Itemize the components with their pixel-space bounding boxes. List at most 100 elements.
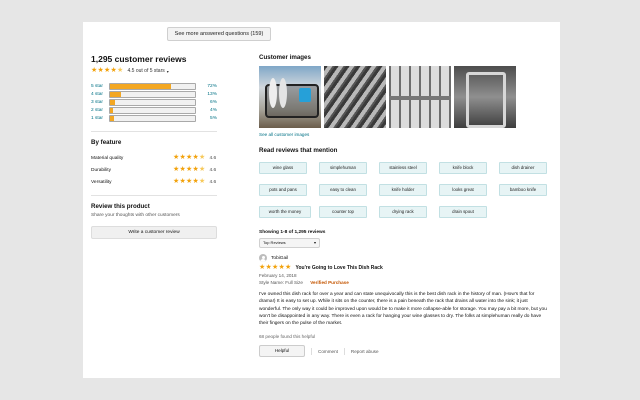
star-icon: ★ bbox=[192, 154, 199, 161]
mention-chip[interactable]: wine glass bbox=[259, 162, 307, 174]
customer-image-thumbnail[interactable] bbox=[389, 66, 451, 128]
review-style-row: Style Name: Full Size Verified Purchase bbox=[259, 280, 557, 285]
customer-image-thumbnail[interactable] bbox=[259, 66, 321, 128]
cup-image bbox=[299, 88, 311, 102]
star-icon: ★ bbox=[104, 67, 111, 74]
histogram-label: 5 star bbox=[91, 83, 103, 89]
review-headline-row: ★ ★ ★ ★ ★ You're Going to Love This Dish Rac… bbox=[259, 264, 557, 271]
sort-selected-value: Top Reviews bbox=[263, 240, 286, 245]
mention-chip[interactable]: bamboo knife bbox=[499, 184, 547, 196]
rack-bar-image bbox=[389, 96, 451, 100]
reviewer[interactable]: TobiGail bbox=[259, 254, 557, 262]
review-this-product-heading: Review this product bbox=[91, 203, 150, 210]
histogram-fill bbox=[109, 115, 115, 121]
chevron-down-icon: ▾ bbox=[166, 68, 169, 74]
mention-chips: wine glass simplehuman stainless steel k… bbox=[259, 162, 557, 218]
divider bbox=[343, 347, 345, 355]
histogram-row[interactable]: 5 star 72% bbox=[91, 82, 217, 90]
half-star-icon: ★ bbox=[117, 67, 124, 74]
feature-name: Material quality bbox=[91, 155, 124, 161]
report-abuse-link[interactable]: Report abuse bbox=[351, 349, 379, 354]
half-star-icon: ★ bbox=[199, 166, 206, 173]
histogram-fill bbox=[109, 99, 115, 105]
histogram-fill bbox=[109, 91, 121, 97]
mention-chip[interactable]: pots and pans bbox=[259, 184, 307, 196]
star-icon: ★ bbox=[110, 67, 117, 74]
mention-chip[interactable]: drain spout bbox=[439, 206, 487, 218]
histogram-row[interactable]: 3 star 6% bbox=[91, 98, 217, 106]
review-item: TobiGail ★ ★ ★ ★ ★ You're Going to Love This… bbox=[259, 254, 557, 358]
histogram-label: 4 star bbox=[91, 91, 103, 97]
histogram-label: 1 star bbox=[91, 115, 103, 121]
verified-purchase-badge: Verified Purchase bbox=[310, 280, 349, 285]
mention-chip[interactable]: dish drainer bbox=[499, 162, 547, 174]
star-icon: ★ bbox=[179, 154, 186, 161]
star-icon: ★ bbox=[186, 178, 193, 185]
star-icon: ★ bbox=[192, 178, 199, 185]
histogram-row[interactable]: 4 star 13% bbox=[91, 90, 217, 98]
review-count-heading: 1,295 customer reviews bbox=[91, 54, 187, 64]
histogram-row[interactable]: 2 star 4% bbox=[91, 106, 217, 114]
see-all-customer-images-link[interactable]: See all customer images bbox=[259, 132, 557, 137]
star-icon: ★ bbox=[285, 264, 292, 271]
review-headline[interactable]: You're Going to Love This Dish Rack bbox=[296, 265, 383, 271]
feature-list: Material quality ★ ★ ★ ★ ★ 4.6 Durability ★ ★… bbox=[91, 152, 217, 188]
helpful-button[interactable]: Helpful bbox=[259, 345, 305, 358]
mention-chip[interactable]: knife holder bbox=[379, 184, 427, 196]
customer-images-heading: Customer images bbox=[259, 54, 311, 61]
star-icon: ★ bbox=[173, 166, 180, 173]
histogram-row[interactable]: 1 star 5% bbox=[91, 114, 217, 122]
feature-name: Versatility bbox=[91, 179, 112, 185]
review-actions: Helpful Comment Report abuse bbox=[259, 345, 557, 358]
histogram-fill bbox=[109, 83, 172, 89]
mention-chip[interactable]: stainless steel bbox=[379, 162, 427, 174]
divider bbox=[91, 195, 217, 196]
mention-chip[interactable]: counter top bbox=[319, 206, 367, 218]
star-icon: ★ bbox=[97, 67, 104, 74]
half-star-icon: ★ bbox=[199, 154, 206, 161]
histogram-bar bbox=[108, 114, 197, 122]
overall-rating[interactable]: ★ ★ ★ ★ ★ 4.5 out of 5 stars ▾ bbox=[91, 67, 217, 74]
sort-select[interactable]: Top Reviews ▾ bbox=[259, 238, 320, 248]
star-icon: ★ bbox=[259, 264, 266, 271]
review-summary-column: 1,295 customer reviews ★ ★ ★ ★ ★ 4.5 out… bbox=[91, 54, 217, 239]
rating-stars: ★ ★ ★ ★ ★ bbox=[91, 67, 124, 74]
star-icon: ★ bbox=[173, 178, 180, 185]
divider bbox=[91, 131, 217, 132]
write-review-button[interactable]: Write a customer review bbox=[91, 226, 217, 239]
mention-chip[interactable]: easy to clean bbox=[319, 184, 367, 196]
mention-chip[interactable]: looks great bbox=[439, 184, 487, 196]
star-icon: ★ bbox=[265, 264, 272, 271]
mention-chip[interactable]: knife block bbox=[439, 162, 487, 174]
histogram-bar bbox=[108, 82, 197, 90]
half-star-icon: ★ bbox=[199, 178, 206, 185]
histogram-percent: 72% bbox=[207, 83, 217, 89]
histogram-bar bbox=[108, 98, 197, 106]
plates-image bbox=[269, 78, 277, 108]
mention-chip[interactable]: drying rack bbox=[379, 206, 427, 218]
star-icon: ★ bbox=[173, 154, 180, 161]
reviewer-name: TobiGail bbox=[271, 255, 289, 261]
star-icon: ★ bbox=[91, 67, 98, 74]
comment-link[interactable]: Comment bbox=[318, 349, 338, 354]
histogram-percent: 5% bbox=[210, 115, 217, 121]
mention-chip[interactable]: worth the money bbox=[259, 206, 311, 218]
showing-count: Showing 1-8 of 1,295 reviews bbox=[259, 230, 326, 235]
by-feature-heading: By feature bbox=[91, 139, 122, 146]
customer-image-thumbnail[interactable] bbox=[454, 66, 516, 128]
rating-histogram: 5 star 72% 4 star 13% 3 star 6% 2 star 4… bbox=[91, 82, 217, 122]
feature-stars: ★ ★ ★ ★ ★ bbox=[173, 166, 206, 173]
review-body: I've owned this dish rack for over a yea… bbox=[259, 292, 547, 327]
customer-image-thumbnail[interactable] bbox=[324, 66, 386, 128]
star-icon: ★ bbox=[186, 166, 193, 173]
mention-chip[interactable]: simplehuman bbox=[319, 162, 367, 174]
feature-row: Durability ★ ★ ★ ★ ★ 4.6 bbox=[91, 164, 217, 176]
feature-stars: ★ ★ ★ ★ ★ bbox=[173, 154, 206, 161]
plates-image bbox=[279, 78, 287, 108]
review-style[interactable]: Style Name: Full Size bbox=[259, 280, 303, 285]
see-more-questions-button[interactable]: See more answered questions (159) bbox=[167, 27, 271, 41]
star-icon: ★ bbox=[186, 154, 193, 161]
avatar bbox=[259, 254, 267, 262]
star-icon: ★ bbox=[278, 264, 285, 271]
feature-score: 4.6 bbox=[209, 179, 217, 185]
